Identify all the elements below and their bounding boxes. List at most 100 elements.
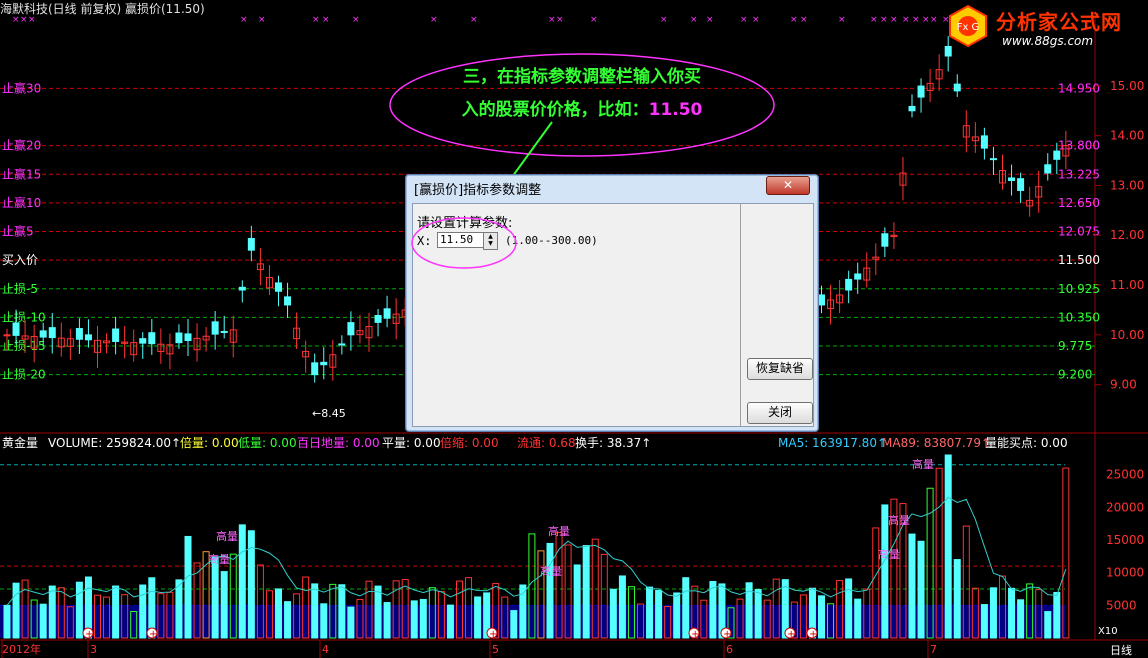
date-axis: 2012年 3 4 5 6 7: [1, 640, 937, 658]
signal-mark: ×: [590, 15, 598, 25]
volume-indicator: VOLUME: 259824.00↑: [48, 436, 181, 450]
candle-body: [1044, 164, 1052, 174]
candle-body: [320, 361, 328, 366]
high-volume-label: 高量: [540, 564, 562, 578]
signal-mark: ×: [352, 15, 360, 25]
signal-mark: ×: [740, 15, 748, 25]
signal-mark: ×: [870, 15, 878, 25]
volume-tick-label: 15000: [1106, 533, 1144, 547]
volume-indicator: 流通: 0.68: [517, 436, 576, 450]
window-title: 海默科技(日线 前复权) 赢损价(11.50): [0, 2, 205, 16]
volume-bar: [3, 604, 11, 639]
volume-bar: [320, 603, 328, 639]
logo-url[interactable]: www.88gs.com: [1002, 34, 1093, 48]
level-label: 止损-10: [2, 310, 46, 324]
volume-bar: [112, 585, 120, 639]
candle-body: [917, 85, 925, 98]
level-label: 买入价: [2, 253, 38, 267]
level-value: 13.225: [1058, 167, 1100, 181]
buy-signal-plus: +: [85, 629, 93, 640]
level-value: 12.075: [1058, 225, 1100, 239]
volume-bar: [917, 540, 925, 639]
volume-bar: [238, 524, 246, 639]
volume-indicator: 黄金量: [2, 435, 38, 450]
high-volume-label: 高量: [912, 457, 934, 471]
volume-bars: 高量高量高量高量高量高量高量+ + + + + + +: [0, 454, 1070, 640]
signal-mark: ×: [706, 15, 714, 25]
candle-body: [1053, 150, 1061, 160]
volume-bar: [989, 587, 997, 639]
signal-mark: ×: [690, 15, 698, 25]
high-volume-label: 高量: [878, 547, 900, 561]
signal-mark: ×: [890, 15, 898, 25]
candle-body: [84, 334, 92, 341]
volume-indicator: 量能买点: 0.00: [985, 436, 1068, 450]
candle-body: [238, 286, 246, 291]
candle-body: [989, 158, 997, 161]
dialog-close-button[interactable]: ✕: [766, 176, 810, 195]
period-label[interactable]: 日线: [1110, 643, 1132, 657]
candle-body: [48, 327, 56, 339]
volume-unit: X10: [1098, 626, 1118, 637]
level-label: 止赢10: [2, 195, 41, 210]
volume-bar: [383, 602, 391, 639]
volume-bar: [275, 588, 282, 639]
volume-bar: [881, 504, 889, 639]
volume-bar: [908, 533, 916, 639]
signal-mark: ×: [922, 15, 930, 25]
candle-body: [112, 328, 120, 342]
close-button[interactable]: 关闭: [747, 402, 813, 424]
signal-mark: ×: [790, 15, 798, 25]
buy-signal-plus: +: [691, 629, 699, 640]
price-tick-label: 10.00: [1110, 328, 1144, 342]
volume-bar: [1008, 587, 1016, 639]
volume-bar: [12, 582, 20, 639]
volume-bar: [338, 584, 346, 639]
volume-bar: [139, 584, 147, 639]
volume-bar: [211, 556, 219, 639]
high-volume-label: 高量: [216, 529, 238, 543]
buy-signal-plus: +: [489, 629, 497, 640]
volume-bar: [655, 589, 663, 639]
signal-mark: ×: [902, 15, 910, 25]
candle-body: [184, 333, 192, 342]
price-tick-label: 13.00: [1110, 178, 1144, 192]
logo-name: 分析家公式网: [996, 10, 1122, 34]
candle-body: [148, 332, 156, 345]
signal-mark: ×: [240, 15, 248, 25]
dialog-separator: [740, 204, 741, 426]
signal-mark: ×: [470, 15, 478, 25]
signal-mark: ×: [556, 15, 564, 25]
price-tick-label: 15.00: [1110, 79, 1144, 93]
volume-tick-label: 5000: [1106, 598, 1137, 612]
volume-bar: [682, 577, 690, 639]
volume-bar: [446, 604, 454, 639]
signal-mark: ×: [930, 15, 938, 25]
candle-body: [980, 135, 988, 149]
high-volume-label: 高量: [548, 524, 570, 538]
level-value: 9.200: [1058, 368, 1092, 382]
volume-bar: [818, 595, 825, 639]
volume-bar: [175, 579, 183, 639]
candle-body: [1017, 178, 1025, 191]
candle-body: [3, 334, 11, 337]
volume-indicator: 低量: 0.00: [238, 436, 297, 450]
svg-text:Fx G: Fx G: [957, 22, 980, 33]
site-logo: Fx G 分析家公式网 www.88gs.com: [944, 4, 1140, 54]
signal-mark: ×: [258, 15, 266, 25]
volume-bar: [546, 542, 554, 639]
volume-indicator: MA89: 83807.79↑: [882, 436, 991, 450]
volume-bar: [646, 586, 654, 639]
candle-body: [311, 362, 319, 376]
volume-indicator: 倍量: 0.00: [180, 435, 239, 450]
volume-bar: [854, 598, 862, 639]
candle-body: [139, 338, 147, 344]
signal-mark: ×: [430, 15, 438, 25]
volume-bar: [944, 454, 952, 639]
signal-mark: ×: [312, 15, 320, 25]
candle-body: [284, 296, 292, 306]
signal-mark: ×: [800, 15, 808, 25]
restore-defaults-button[interactable]: 恢复缺省: [747, 358, 813, 380]
candle-body: [845, 278, 853, 291]
volume-bar: [347, 606, 355, 639]
